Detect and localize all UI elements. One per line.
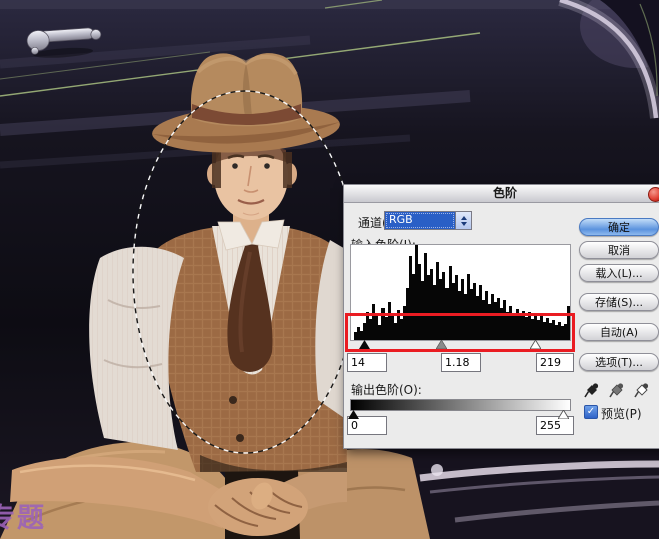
- white-eyedropper-icon[interactable]: [634, 382, 650, 399]
- auto-button[interactable]: 自动(A): [579, 323, 659, 341]
- annotation-red-box: [345, 313, 575, 352]
- cancel-button[interactable]: 取消: [579, 241, 659, 259]
- input-gamma-field[interactable]: [441, 353, 481, 372]
- preview-checkbox[interactable]: ✓: [584, 405, 598, 419]
- input-shadow-field[interactable]: [347, 353, 387, 372]
- output-gradient-bar: [350, 399, 571, 411]
- close-icon[interactable]: [648, 187, 659, 202]
- gray-eyedropper-icon[interactable]: [609, 382, 625, 399]
- watermark: 专题: [0, 503, 46, 534]
- options-button[interactable]: 选项(T)...: [579, 353, 659, 371]
- save-button[interactable]: 存储(S)...: [579, 293, 659, 311]
- channel-value: RGB: [385, 212, 455, 229]
- input-highlight-field[interactable]: [536, 353, 574, 372]
- channel-select[interactable]: RGB: [384, 211, 472, 230]
- dialog-titlebar[interactable]: 色阶: [344, 185, 659, 203]
- load-button[interactable]: 载入(L)...: [579, 264, 659, 282]
- output-shadow-slider[interactable]: [348, 410, 359, 419]
- ok-button[interactable]: 确定: [579, 218, 659, 236]
- preview-label: 预览(P): [601, 405, 642, 422]
- output-levels-label: 输出色阶(O):: [351, 381, 422, 398]
- stepper-arrows-icon[interactable]: [455, 212, 471, 229]
- levels-dialog: 色阶 通道(C): RGB 输入色阶(I): 输出色阶(O): 确定 取消 载入…: [343, 184, 659, 449]
- output-highlight-slider[interactable]: [558, 410, 569, 419]
- dialog-title: 色阶: [493, 186, 517, 200]
- black-eyedropper-icon[interactable]: [584, 382, 600, 399]
